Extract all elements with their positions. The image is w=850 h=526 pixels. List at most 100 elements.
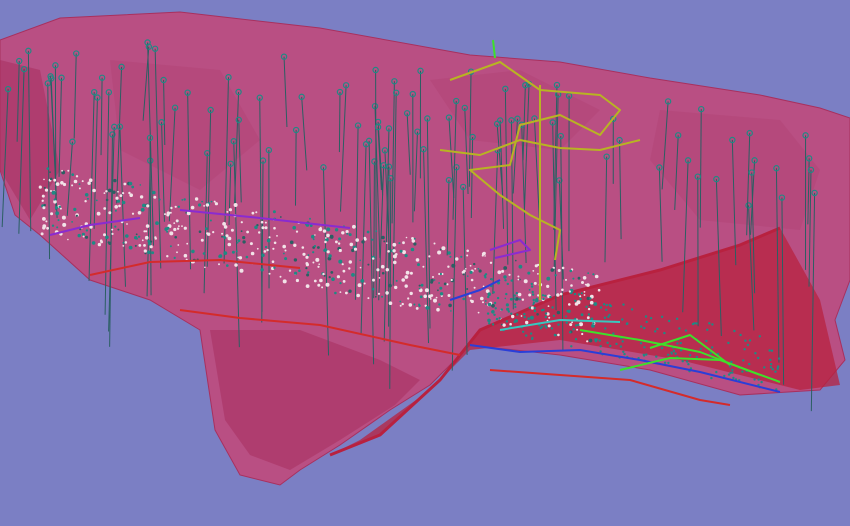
sample-point: [520, 315, 523, 317]
sample-point: [733, 329, 736, 333]
sample-point: [309, 217, 311, 220]
sample-point: [105, 190, 108, 193]
sample-point: [679, 341, 682, 345]
sample-point: [711, 323, 714, 326]
sample-point: [541, 294, 545, 297]
sample-point: [663, 331, 666, 335]
sample-point: [672, 349, 676, 353]
3d-viewport[interactable]: [0, 0, 850, 526]
sample-point: [227, 236, 232, 241]
sample-point: [477, 311, 480, 314]
sample-point: [204, 227, 208, 231]
sample-point: [574, 338, 578, 341]
sample-point: [609, 344, 612, 348]
sample-point: [239, 268, 244, 273]
sample-point: [554, 274, 557, 277]
sample-point: [388, 283, 392, 288]
sample-point: [272, 247, 275, 250]
sample-point: [324, 237, 327, 239]
sample-point: [345, 291, 348, 295]
sample-point: [603, 316, 607, 319]
sample-point: [547, 324, 551, 328]
sample-point: [176, 227, 180, 230]
sample-point: [428, 255, 431, 258]
sample-point: [399, 300, 402, 303]
sample-point: [566, 309, 569, 313]
sample-point: [255, 211, 258, 214]
sample-point: [351, 273, 355, 277]
sample-point: [528, 288, 531, 291]
sample-point: [201, 200, 204, 203]
sample-point: [41, 199, 44, 202]
sample-point: [92, 188, 96, 193]
sample-point: [568, 303, 571, 306]
sample-point: [757, 356, 760, 360]
sample-point: [588, 304, 591, 307]
sample-point: [115, 196, 119, 200]
sample-point: [758, 335, 761, 338]
sample-point: [532, 270, 535, 272]
sample-point: [302, 252, 306, 256]
sample-point: [497, 270, 502, 275]
sample-point: [126, 223, 128, 225]
sample-point: [477, 267, 480, 270]
sample-point: [355, 238, 360, 242]
sample-point: [305, 263, 309, 267]
sample-point: [279, 216, 282, 218]
sample-point: [331, 277, 335, 282]
sample-point: [550, 327, 554, 330]
sample-point: [122, 242, 125, 244]
sample-point: [531, 293, 535, 296]
sample-point: [56, 226, 59, 229]
sample-point: [415, 258, 420, 262]
sample-point: [202, 252, 206, 255]
sample-point: [469, 270, 473, 274]
sample-point: [236, 241, 239, 244]
sample-point: [769, 358, 772, 362]
sample-point: [112, 190, 116, 194]
sample-point: [565, 278, 567, 281]
sample-point: [597, 288, 601, 292]
sample-point: [435, 296, 438, 299]
sample-point: [131, 185, 135, 189]
sample-point: [420, 283, 424, 287]
sample-point: [536, 313, 539, 316]
sample-point: [469, 299, 473, 302]
sample-point: [432, 276, 434, 278]
sample-point: [478, 269, 482, 273]
sample-point: [338, 237, 342, 241]
sample-point: [38, 185, 42, 189]
sample-point: [289, 240, 294, 245]
sample-point: [546, 276, 551, 281]
sample-point: [164, 213, 166, 216]
sample-point: [338, 259, 343, 264]
sample-point: [139, 184, 142, 186]
sample-point: [568, 290, 571, 293]
sample-point: [438, 282, 440, 284]
sample-point: [166, 255, 169, 258]
sample-point: [62, 182, 67, 187]
sample-point: [561, 266, 565, 270]
sample-point: [583, 291, 586, 293]
sample-point: [295, 230, 299, 233]
sample-point: [305, 267, 308, 270]
sample-point: [572, 277, 575, 280]
sample-point: [760, 380, 763, 384]
sample-point: [515, 291, 518, 295]
sample-point: [334, 291, 337, 295]
sample-point: [198, 203, 202, 207]
sample-point: [173, 256, 176, 259]
sample-point: [469, 264, 472, 267]
sample-point: [107, 188, 112, 193]
sample-point: [43, 178, 45, 181]
sample-point: [615, 342, 618, 346]
sample-point: [99, 239, 103, 242]
sample-point: [699, 347, 702, 350]
sample-point: [254, 225, 258, 230]
sample-point: [470, 278, 474, 282]
sample-point: [639, 342, 643, 345]
sample-point: [741, 370, 744, 373]
sample-point: [107, 241, 110, 244]
sample-point: [58, 205, 61, 208]
sample-point: [468, 294, 472, 298]
